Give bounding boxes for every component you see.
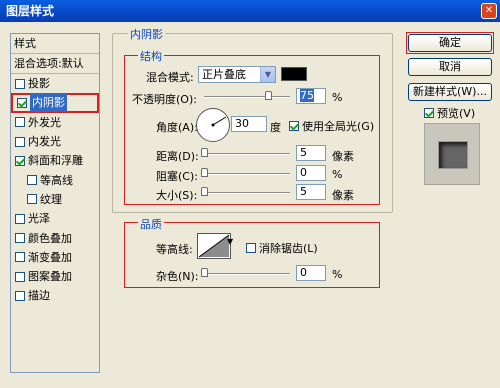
style-item-label: 内阴影 [30, 93, 67, 113]
angle-label: 角度(A): [156, 121, 198, 134]
noise-slider-track[interactable] [204, 273, 290, 275]
distance-slider-track[interactable] [204, 153, 290, 155]
size-label: 大小(S): [156, 189, 198, 202]
distance-slider-thumb[interactable] [201, 148, 208, 157]
angle-input[interactable]: 30 [231, 116, 267, 132]
choke-slider-thumb[interactable] [201, 168, 208, 177]
opacity-input[interactable]: 75 [296, 88, 326, 104]
checkbox-icon[interactable] [15, 136, 25, 147]
title-bar: 图层样式 ✕ [0, 0, 500, 22]
style-item-label: 投影 [28, 77, 50, 91]
style-item[interactable]: 图案叠加 [11, 267, 99, 286]
style-item-label: 斜面和浮雕 [28, 154, 83, 168]
angle-needle-icon [211, 116, 227, 127]
style-preview [424, 123, 480, 185]
contour-label: 等高线: [156, 243, 193, 256]
angle-dial[interactable] [196, 108, 230, 142]
preview-checkbox[interactable]: 预览(V) [424, 105, 475, 121]
chevron-down-icon: ▼ [260, 67, 275, 82]
noise-label: 杂色(N): [156, 270, 199, 283]
preview-label: 预览(V) [437, 107, 476, 120]
ok-button[interactable]: 确定 [408, 34, 492, 52]
checkbox-icon[interactable] [15, 117, 25, 128]
blend-mode-select[interactable]: 正片叠底 ▼ [198, 66, 276, 83]
contour-curve-icon [198, 234, 230, 258]
distance-unit: 像素 [332, 150, 354, 163]
contour-picker[interactable] [197, 233, 231, 259]
style-item[interactable]: 描边 [11, 286, 99, 305]
opacity-unit: % [332, 91, 343, 104]
style-item[interactable]: 纹理 [11, 190, 99, 209]
choke-slider-track[interactable] [204, 173, 290, 175]
style-list: 样式 混合选项:默认 投影内阴影外发光内发光斜面和浮雕等高线纹理光泽颜色叠加渐变… [10, 33, 100, 373]
style-item-label: 纹理 [40, 192, 62, 206]
close-icon[interactable]: ✕ [481, 3, 497, 19]
checkbox-icon[interactable] [15, 290, 25, 301]
size-slider-thumb[interactable] [201, 187, 208, 196]
blend-mode-label: 混合模式: [146, 71, 194, 84]
style-item[interactable]: 内阴影 [11, 93, 99, 113]
style-item-label: 等高线 [40, 173, 73, 187]
style-item-label: 内发光 [28, 135, 61, 149]
contour-dropdown-icon[interactable]: ▼ [227, 237, 233, 246]
noise-unit: % [332, 268, 343, 281]
opacity-slider-thumb[interactable] [264, 91, 272, 100]
noise-input[interactable]: 0 [296, 265, 326, 281]
blend-mode-value: 正片叠底 [202, 68, 246, 81]
checkbox-icon[interactable] [15, 271, 25, 282]
style-item[interactable]: 光泽 [11, 209, 99, 228]
choke-input[interactable]: 0 [296, 165, 326, 181]
preview-check-icon [424, 108, 434, 118]
angle-unit: 度 [270, 121, 281, 134]
style-item[interactable]: 颜色叠加 [11, 228, 99, 247]
styles-header[interactable]: 样式 [11, 34, 99, 54]
structure-title: 结构 [138, 48, 164, 64]
global-light-check-icon [289, 121, 299, 131]
checkbox-icon[interactable] [27, 194, 37, 205]
checkbox-icon[interactable] [15, 252, 25, 263]
global-light-checkbox[interactable]: 使用全局光(G) [289, 118, 374, 134]
size-slider-track[interactable] [204, 192, 290, 194]
inner-shadow-title: 内阴影 [128, 26, 165, 42]
style-item[interactable]: 投影 [11, 74, 99, 93]
antialias-check-icon [246, 243, 256, 253]
window-title: 图层样式 [6, 4, 55, 18]
blending-options-item[interactable]: 混合选项:默认 [11, 54, 99, 74]
antialias-checkbox[interactable]: 消除锯齿(L) [246, 240, 318, 256]
style-item[interactable]: 斜面和浮雕 [11, 151, 99, 170]
opacity-label: 不透明度(O): [132, 93, 197, 106]
style-item[interactable]: 渐变叠加 [11, 248, 99, 267]
preview-swatch [438, 141, 468, 169]
style-item[interactable]: 外发光 [11, 113, 99, 132]
quality-title: 品质 [138, 216, 164, 232]
opacity-slider-track[interactable] [204, 96, 290, 98]
checkbox-icon[interactable] [15, 213, 25, 224]
checkbox-icon[interactable] [15, 78, 25, 89]
antialias-label: 消除锯齿(L) [259, 242, 318, 255]
distance-input[interactable]: 5 [296, 145, 326, 161]
size-input[interactable]: 5 [296, 184, 326, 200]
checkbox-icon[interactable] [27, 175, 37, 186]
style-item-label: 光泽 [28, 212, 50, 226]
style-item[interactable]: 等高线 [11, 170, 99, 189]
style-item-label: 颜色叠加 [28, 231, 72, 245]
checkbox-icon[interactable] [15, 233, 25, 244]
cancel-button[interactable]: 取消 [408, 58, 492, 76]
size-unit: 像素 [332, 189, 354, 202]
choke-label: 阻塞(C): [156, 170, 198, 183]
checkbox-icon[interactable] [15, 155, 25, 166]
style-item-label: 外发光 [28, 115, 61, 129]
style-item-label: 图案叠加 [28, 270, 72, 284]
new-style-button[interactable]: 新建样式(W)... [408, 83, 492, 101]
style-item-label: 渐变叠加 [28, 250, 72, 264]
style-item[interactable]: 内发光 [11, 132, 99, 151]
global-light-label: 使用全局光(G) [302, 120, 375, 133]
distance-label: 距离(D): [156, 150, 199, 163]
checkbox-icon[interactable] [17, 97, 27, 108]
shadow-color-swatch[interactable] [281, 67, 307, 81]
choke-unit: % [332, 168, 343, 181]
style-item-label: 描边 [28, 289, 50, 303]
noise-slider-thumb[interactable] [201, 268, 208, 277]
